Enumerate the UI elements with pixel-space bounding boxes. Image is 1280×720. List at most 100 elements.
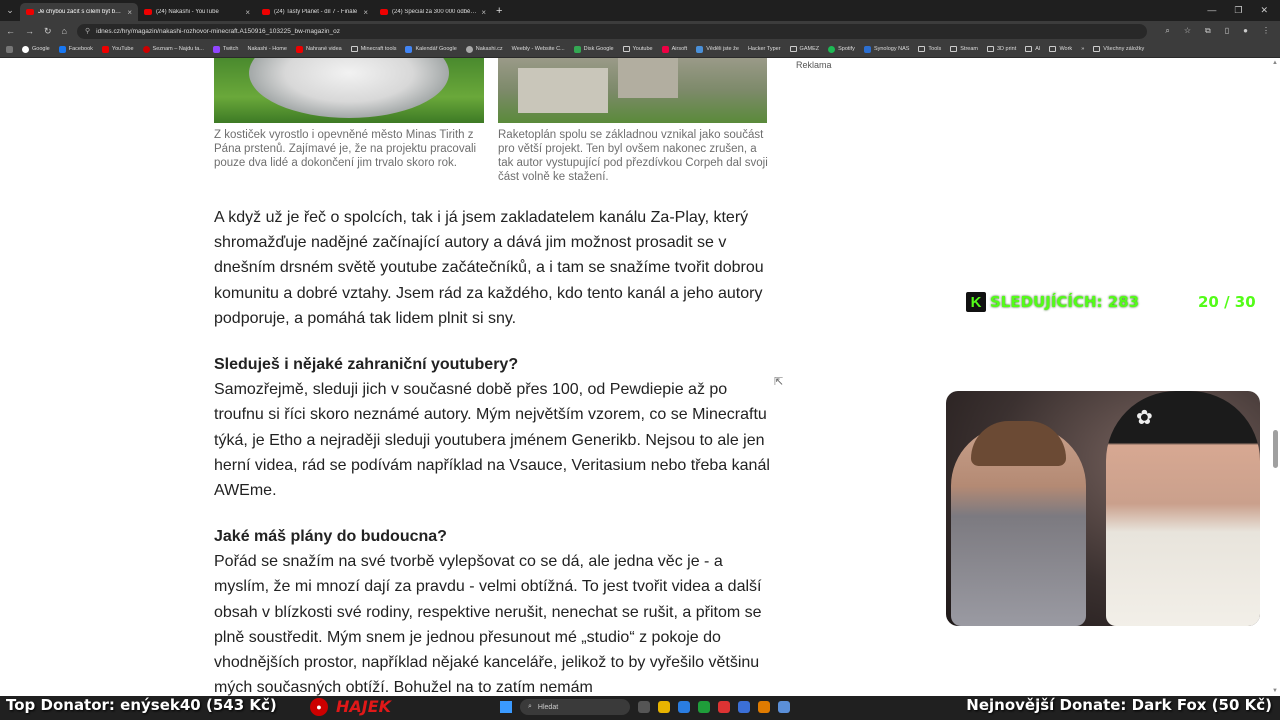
site-info-icon[interactable]: ⚲: [85, 27, 90, 35]
webcam-feed: ✿: [946, 391, 1260, 626]
bookmark-folder[interactable]: Tools: [918, 46, 941, 52]
bookmark-label: Nakashi - Home: [247, 46, 287, 52]
menu-icon[interactable]: ⋮: [1262, 26, 1270, 36]
all-bookmarks-folder[interactable]: Všechny záložky: [1093, 46, 1144, 52]
bookmark-folder[interactable]: GAMEZ: [789, 46, 820, 52]
bookmark-item[interactable]: Kalendář Google: [405, 45, 457, 53]
article-image-space-shuttle[interactable]: [498, 58, 767, 123]
app-icon[interactable]: [758, 701, 770, 713]
windows-start-icon[interactable]: [500, 701, 512, 713]
bookmark-label: Google: [32, 46, 50, 52]
bookmark-label: Spotify: [838, 46, 855, 52]
close-icon[interactable]: ×: [245, 8, 250, 17]
bookmark-item[interactable]: Google: [22, 45, 50, 53]
taskbar-apps: ⌕ Hledat: [500, 699, 790, 715]
new-tab-icon[interactable]: +: [496, 5, 502, 17]
latest-donor-text: Nejnovější Donate: Dark Fox (50 Kč): [966, 696, 1272, 714]
zoom-icon[interactable]: ⌕: [1165, 26, 1169, 36]
app-icon[interactable]: [738, 701, 750, 713]
forward-icon[interactable]: →: [25, 26, 34, 36]
bookmark-item[interactable]: Seznam – Najdu ta...: [142, 45, 204, 53]
sidebar-icon[interactable]: ▯: [1225, 26, 1229, 36]
mouse-cursor-icon: ⇱: [774, 376, 784, 388]
bookmark-item[interactable]: Disk Google: [573, 45, 614, 53]
bookmark-label: Hacker Typer: [747, 46, 781, 52]
bookmark-folder[interactable]: Minecraft tools: [350, 46, 396, 52]
search-placeholder: Hledat: [537, 703, 559, 711]
file-explorer-icon[interactable]: [658, 701, 670, 713]
bookmark-folder[interactable]: Youtube: [622, 46, 653, 52]
close-icon[interactable]: ×: [127, 8, 132, 17]
close-icon[interactable]: ×: [481, 8, 486, 17]
scroll-down-icon[interactable]: ▼: [1272, 688, 1278, 694]
bookmark-label: Tools: [928, 46, 942, 52]
kick-logo-icon: K: [966, 292, 986, 312]
tab-label: (24) Tasty Planet - díl 7 - Finále: [274, 9, 358, 15]
back-icon[interactable]: ←: [6, 26, 15, 36]
follower-counter: K SLEDUJÍCÍCH: 283: [966, 292, 1139, 312]
youtube-favicon-icon: [380, 9, 388, 15]
close-window-icon[interactable]: ✕: [1260, 5, 1268, 16]
task-view-icon[interactable]: [638, 701, 650, 713]
bookmark-item[interactable]: YouTube: [101, 45, 134, 53]
extensions-icon[interactable]: ⧉: [1205, 26, 1211, 36]
streamer-right: ✿: [1106, 391, 1260, 626]
bookmark-item[interactable]: Spotify: [828, 45, 855, 53]
followers-label: SLEDUJÍCÍCH: 283: [990, 293, 1140, 311]
scrollbar-thumb[interactable]: [1273, 430, 1278, 468]
maximize-icon[interactable]: ❐: [1234, 5, 1242, 16]
bookmarks-bar: Google Facebook YouTube Seznam – Najdu t…: [0, 41, 1280, 58]
reload-icon[interactable]: ↻: [44, 26, 52, 37]
youtube-favicon-icon: [144, 9, 152, 15]
page-scrollbar[interactable]: ▲ ▼: [1270, 58, 1278, 696]
article-image-minas-tirith[interactable]: [214, 58, 484, 123]
tab-4[interactable]: (24) Speciál za 300 000 odběratelů ×: [374, 3, 492, 21]
article-section: Jaké máš plány do budoucna? Pořád se sna…: [214, 524, 774, 696]
xbox-icon[interactable]: [698, 701, 710, 713]
chrome-icon[interactable]: [678, 701, 690, 713]
image-caption: Z kostiček vyrostlo i opevněné město Min…: [214, 129, 477, 169]
hajek-icon: ●: [310, 697, 328, 716]
tab-1[interactable]: Je chybou začít s cílem být bohat… ×: [20, 3, 138, 21]
taskbar-search[interactable]: ⌕ Hledat: [520, 699, 630, 715]
bookmark-folder[interactable]: 3D print: [986, 46, 1016, 52]
bookmark-item[interactable]: Hacker Typer: [748, 46, 781, 52]
bookmark-folder[interactable]: Stream: [950, 46, 978, 52]
minimize-icon[interactable]: —: [1207, 5, 1216, 16]
bookmark-label: Work: [1059, 46, 1073, 52]
image-caption: Raketoplán spolu se základnou vznikal ja…: [498, 129, 768, 183]
bookmark-star-icon[interactable]: ☆: [1184, 26, 1191, 36]
bookmark-item[interactable]: Twitch: [212, 45, 239, 53]
bookmark-item[interactable]: Airsoft: [661, 45, 688, 53]
tab-2[interactable]: (24) Nakashi - YouTube ×: [138, 3, 256, 21]
url-input[interactable]: ⚲ idnes.cz/hry/magazin/nakashi-rozhovor-…: [76, 23, 1148, 39]
home-icon[interactable]: ⌂: [62, 26, 67, 36]
profile-avatar[interactable]: ●: [1243, 26, 1248, 36]
bookmark-item[interactable]: Věděli jste že: [696, 45, 739, 53]
bookmark-label: Airsoft: [671, 46, 688, 52]
article-section: Sleduješ i nějaké zahraniční youtubery? …: [214, 352, 774, 503]
app-icon[interactable]: [718, 701, 730, 713]
bookmark-label: Synology NAS: [873, 46, 910, 52]
bookmark-item[interactable]: Nakashi.cz: [465, 45, 503, 53]
interview-answer: Samozřejmě, sleduji jich v současné době…: [214, 381, 770, 500]
tab-3[interactable]: (24) Tasty Planet - díl 7 - Finále ×: [256, 3, 374, 21]
bookmark-item[interactable]: Weebly - Website C...: [512, 46, 565, 52]
bookmark-label: Stream: [960, 46, 978, 52]
app-icon[interactable]: [778, 701, 790, 713]
scroll-up-icon[interactable]: ▲: [1272, 60, 1278, 66]
apps-icon[interactable]: [6, 45, 13, 53]
bookmark-item[interactable]: Nakashi - Home: [248, 46, 287, 52]
close-icon[interactable]: ×: [363, 8, 368, 17]
bookmark-label: Youtube: [632, 46, 653, 52]
bookmark-folder[interactable]: Work: [1049, 46, 1072, 52]
tab-search-icon[interactable]: ⌄: [0, 0, 20, 21]
bookmark-label: GAMEZ: [799, 46, 820, 52]
bookmark-item[interactable]: Facebook: [58, 45, 93, 53]
bookmark-folder[interactable]: AI: [1025, 46, 1040, 52]
bookmark-item[interactable]: Synology NAS: [863, 45, 910, 53]
browser-tab-strip: ⌄ Je chybou začít s cílem být bohat… × (…: [0, 0, 1280, 21]
bookmark-item[interactable]: Nahrané videa: [295, 45, 342, 53]
bookmarks-overflow-icon[interactable]: »: [1081, 46, 1084, 52]
youtube-favicon-icon: [262, 9, 270, 15]
